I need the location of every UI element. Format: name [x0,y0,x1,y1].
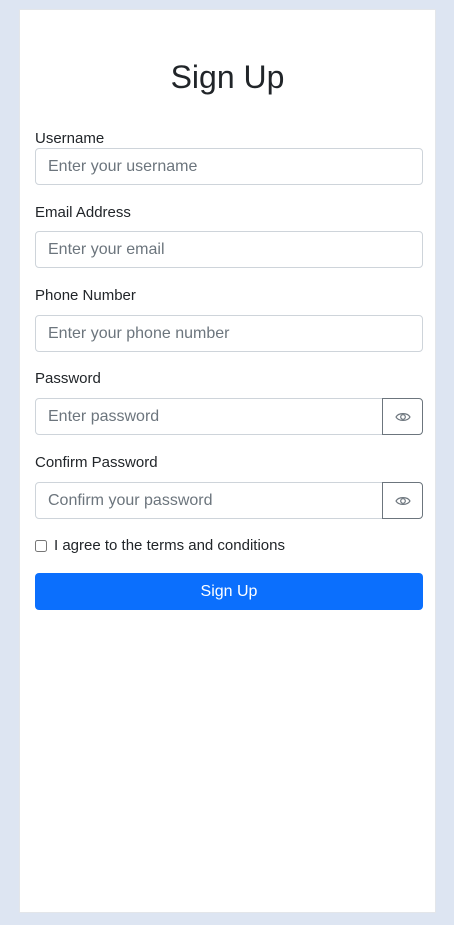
password-input[interactable] [35,398,383,435]
email-input[interactable] [35,231,423,268]
username-label: Username [35,130,105,147]
password-label: Password [35,370,101,387]
page-title: Sign Up [170,59,285,95]
confirm-password-label: Confirm Password [35,454,158,471]
eye-icon [394,495,411,507]
phone-label: Phone Number [35,287,136,304]
toggle-password-visibility-button[interactable] [382,398,423,435]
signup-card: Sign Up Username Email Address Phone Num… [19,9,436,913]
terms-checkbox[interactable] [35,540,47,552]
eye-icon [394,411,411,423]
email-label: Email Address [35,204,131,221]
username-input[interactable] [35,148,423,185]
terms-label[interactable]: I agree to the terms and conditions [54,535,285,557]
phone-input[interactable] [35,315,423,352]
toggle-confirm-password-visibility-button[interactable] [382,482,423,519]
sign-up-button[interactable]: Sign Up [35,573,423,610]
confirm-password-input[interactable] [35,482,383,519]
terms-row: I agree to the terms and conditions [35,535,285,557]
